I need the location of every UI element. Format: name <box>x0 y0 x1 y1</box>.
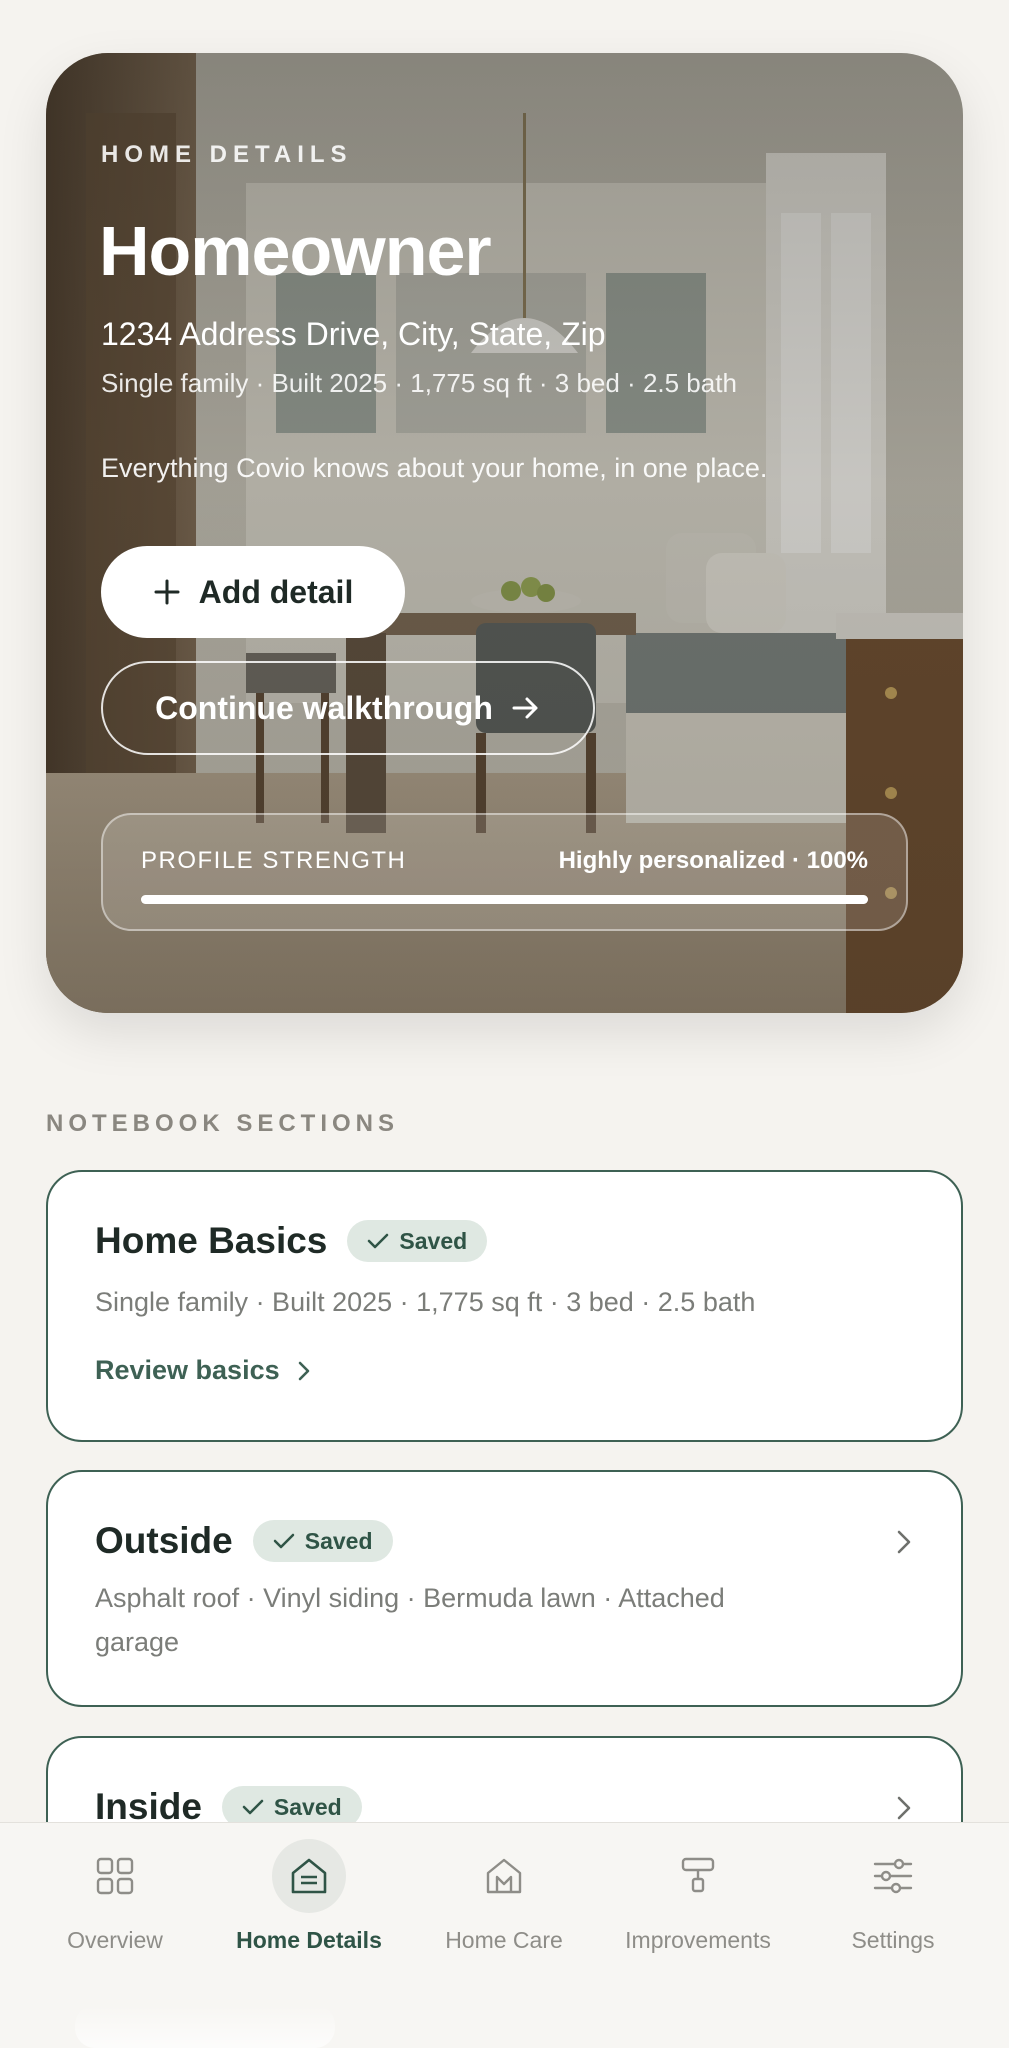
section-title: Home Basics <box>95 1220 328 1261</box>
tab-home-details[interactable]: Home Details <box>209 1823 409 1973</box>
plus-icon <box>154 579 180 605</box>
saved-badge: Saved <box>252 1520 393 1562</box>
sliders-icon <box>856 1839 930 1913</box>
profile-strength-fill <box>141 895 868 904</box>
house-tools-icon <box>467 1839 541 1913</box>
section-description: Single family · Built 2025 · 1,775 sq ft… <box>95 1287 756 1317</box>
section-card-outside[interactable]: Outside Saved Asphalt roof · Vinyl sidin… <box>46 1470 963 1707</box>
house-icon <box>272 1839 346 1913</box>
home-indicator <box>75 2005 335 2048</box>
check-icon <box>242 1799 264 1815</box>
home-summary: Single family · Built 2025 · 1,775 sq ft… <box>101 368 737 398</box>
tab-label: Home Details <box>236 1927 382 1953</box>
grid-icon <box>78 1839 152 1913</box>
profile-strength-bar <box>141 895 868 904</box>
page-title: Homeowner <box>99 212 492 290</box>
tab-home-care[interactable]: Home Care <box>404 1823 604 1973</box>
continue-walkthrough-button[interactable]: Continue walkthrough <box>101 661 595 755</box>
saved-badge-label: Saved <box>273 1793 342 1820</box>
add-detail-button[interactable]: Add detail <box>101 546 405 638</box>
tab-label: Settings <box>851 1927 935 1953</box>
review-basics-link[interactable]: Review basics <box>95 1355 312 1386</box>
tab-settings[interactable]: Settings <box>793 1823 993 1973</box>
check-icon <box>368 1233 389 1249</box>
profile-strength-value: Highly personalized · 100% <box>558 847 868 874</box>
review-basics-label: Review basics <box>95 1355 280 1385</box>
tab-overview[interactable]: Overview <box>15 1823 215 1973</box>
saved-badge-label: Saved <box>399 1227 468 1254</box>
home-address: 1234 Address Drive, City, State, Zip <box>101 316 606 352</box>
continue-walkthrough-label: Continue walkthrough <box>155 689 493 726</box>
section-card-home-basics[interactable]: Home Basics Saved Single family · Built … <box>46 1170 963 1442</box>
hero-eyebrow: HOME DETAILS <box>101 141 353 168</box>
profile-strength-label: PROFILE STRENGTH <box>141 847 407 874</box>
tab-label: Overview <box>67 1927 163 1953</box>
saved-badge-label: Saved <box>304 1527 373 1554</box>
check-icon <box>273 1533 294 1549</box>
tab-label: Home Care <box>445 1927 563 1953</box>
saved-badge: Saved <box>347 1220 488 1262</box>
section-title: Outside <box>95 1520 233 1561</box>
add-detail-label: Add detail <box>198 573 354 610</box>
paint-roller-icon <box>661 1839 735 1913</box>
hero-tagline: Everything Covio knows about your home, … <box>101 453 768 483</box>
chevron-right-icon[interactable] <box>895 1528 913 1561</box>
profile-strength-panel: PROFILE STRENGTH Highly personalized · 1… <box>101 813 908 931</box>
home-hero-card: HOME DETAILS Homeowner 1234 Address Driv… <box>46 53 963 1013</box>
section-description: Asphalt roof · Vinyl siding · Bermuda la… <box>95 1583 725 1657</box>
tab-improvements[interactable]: Improvements <box>598 1823 798 1973</box>
arrow-right-icon <box>512 697 538 719</box>
chevron-right-icon <box>298 1361 309 1380</box>
notebook-sections-heading: NOTEBOOK SECTIONS <box>46 1110 400 1137</box>
tab-label: Improvements <box>625 1927 771 1953</box>
